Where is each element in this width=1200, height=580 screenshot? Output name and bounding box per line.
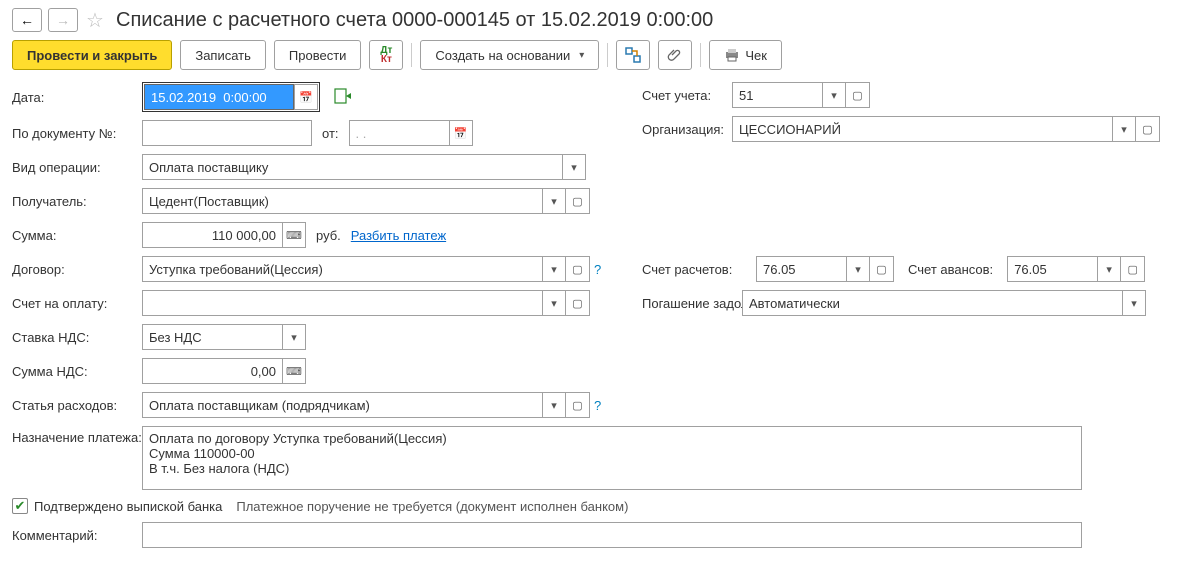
create-based-on-button[interactable]: Создать на основании bbox=[420, 40, 599, 70]
post-and-close-button[interactable]: Провести и закрыть bbox=[12, 40, 172, 70]
dropdown-icon[interactable]: ▾ bbox=[282, 324, 306, 350]
debt-input[interactable] bbox=[742, 290, 1122, 316]
purpose-textarea[interactable] bbox=[142, 426, 1082, 490]
attachments-button[interactable] bbox=[658, 40, 692, 70]
date-input[interactable] bbox=[144, 84, 294, 110]
open-icon[interactable]: ▢ bbox=[566, 188, 590, 214]
invoice-input[interactable] bbox=[142, 290, 542, 316]
settle-acc-input[interactable] bbox=[756, 256, 846, 282]
nav-forward-button[interactable]: → bbox=[48, 8, 78, 32]
vat-amount-input[interactable] bbox=[142, 358, 282, 384]
date-label: Дата: bbox=[12, 90, 142, 105]
confirmed-label: Подтверждено выпиской банка bbox=[34, 499, 222, 514]
dropdown-icon[interactable]: ▾ bbox=[562, 154, 586, 180]
org-label: Организация: bbox=[642, 122, 732, 137]
dropdown-icon[interactable]: ▾ bbox=[542, 256, 566, 282]
printer-icon bbox=[724, 47, 740, 63]
open-icon[interactable]: ▢ bbox=[566, 392, 590, 418]
no-order-text: Платежное поручение не требуется (докуме… bbox=[236, 499, 628, 514]
calendar-icon[interactable]: 📅 bbox=[449, 120, 473, 146]
related-docs-button[interactable] bbox=[616, 40, 650, 70]
amount-input[interactable] bbox=[142, 222, 282, 248]
contract-input[interactable] bbox=[142, 256, 542, 282]
dropdown-icon[interactable]: ▾ bbox=[1122, 290, 1146, 316]
toolbar-separator bbox=[700, 43, 701, 67]
expense-label: Статья расходов: bbox=[12, 398, 142, 413]
open-icon[interactable]: ▢ bbox=[870, 256, 894, 282]
doc-no-input[interactable] bbox=[142, 120, 312, 146]
dropdown-icon[interactable]: ▾ bbox=[822, 82, 846, 108]
nav-back-button[interactable]: ← bbox=[12, 8, 42, 32]
cheque-button[interactable]: Чек bbox=[709, 40, 782, 70]
dropdown-icon[interactable]: ▾ bbox=[542, 392, 566, 418]
toolbar-separator bbox=[411, 43, 412, 67]
open-icon[interactable]: ▢ bbox=[566, 290, 590, 316]
split-payment-link[interactable]: Разбить платеж bbox=[351, 228, 446, 243]
comment-label: Комментарий: bbox=[12, 528, 142, 543]
vat-amount-label: Сумма НДС: bbox=[12, 364, 142, 379]
calculator-icon[interactable]: ⌨ bbox=[282, 222, 306, 248]
confirmed-checkbox[interactable]: ✔ bbox=[12, 498, 28, 514]
refresh-icon[interactable] bbox=[334, 88, 352, 107]
open-icon[interactable]: ▢ bbox=[1136, 116, 1160, 142]
dtkt-button[interactable]: ДтКт bbox=[369, 40, 403, 70]
account-input[interactable] bbox=[732, 82, 822, 108]
amount-label: Сумма: bbox=[12, 228, 142, 243]
purpose-label: Назначение платежа: bbox=[12, 426, 142, 445]
help-icon[interactable]: ? bbox=[594, 398, 601, 413]
settle-acc-label: Счет расчетов: bbox=[642, 262, 742, 277]
advance-acc-label: Счет авансов: bbox=[908, 262, 993, 277]
toolbar-separator bbox=[607, 43, 608, 67]
vat-rate-label: Ставка НДС: bbox=[12, 330, 142, 345]
comment-input[interactable] bbox=[142, 522, 1082, 548]
contract-label: Договор: bbox=[12, 262, 142, 277]
vat-rate-input[interactable] bbox=[142, 324, 282, 350]
related-icon bbox=[625, 47, 641, 63]
save-button[interactable]: Записать bbox=[180, 40, 266, 70]
dtkt-icon: ДтКт bbox=[380, 46, 392, 64]
op-type-label: Вид операции: bbox=[12, 160, 142, 175]
expense-input[interactable] bbox=[142, 392, 542, 418]
account-label: Счет учета: bbox=[642, 88, 732, 103]
calendar-icon[interactable]: 📅 bbox=[294, 84, 318, 110]
dropdown-icon[interactable]: ▾ bbox=[1097, 256, 1121, 282]
post-button[interactable]: Провести bbox=[274, 40, 362, 70]
recipient-input[interactable] bbox=[142, 188, 542, 214]
open-icon[interactable]: ▢ bbox=[566, 256, 590, 282]
toolbar: Провести и закрыть Записать Провести ДтК… bbox=[12, 40, 1188, 70]
recipient-label: Получатель: bbox=[12, 194, 142, 209]
dropdown-icon[interactable]: ▾ bbox=[1112, 116, 1136, 142]
from-label: от: bbox=[322, 126, 339, 141]
paperclip-icon bbox=[667, 47, 683, 63]
debt-label: Погашение задолженности: bbox=[642, 296, 742, 311]
help-icon[interactable]: ? bbox=[594, 262, 601, 277]
op-type-input[interactable] bbox=[142, 154, 562, 180]
open-icon[interactable]: ▢ bbox=[846, 82, 870, 108]
advance-acc-input[interactable] bbox=[1007, 256, 1097, 282]
open-icon[interactable]: ▢ bbox=[1121, 256, 1145, 282]
doc-no-label: По документу №: bbox=[12, 126, 142, 141]
dropdown-icon[interactable]: ▾ bbox=[846, 256, 870, 282]
dropdown-icon[interactable]: ▾ bbox=[542, 290, 566, 316]
dropdown-icon[interactable]: ▾ bbox=[542, 188, 566, 214]
calculator-icon[interactable]: ⌨ bbox=[282, 358, 306, 384]
from-date-input[interactable] bbox=[349, 120, 449, 146]
invoice-label: Счет на оплату: bbox=[12, 296, 142, 311]
favorite-star-icon[interactable]: ☆ bbox=[84, 9, 106, 31]
page-title: Списание с расчетного счета 0000-000145 … bbox=[116, 9, 713, 32]
currency-label: руб. bbox=[316, 228, 341, 243]
org-input[interactable] bbox=[732, 116, 1112, 142]
